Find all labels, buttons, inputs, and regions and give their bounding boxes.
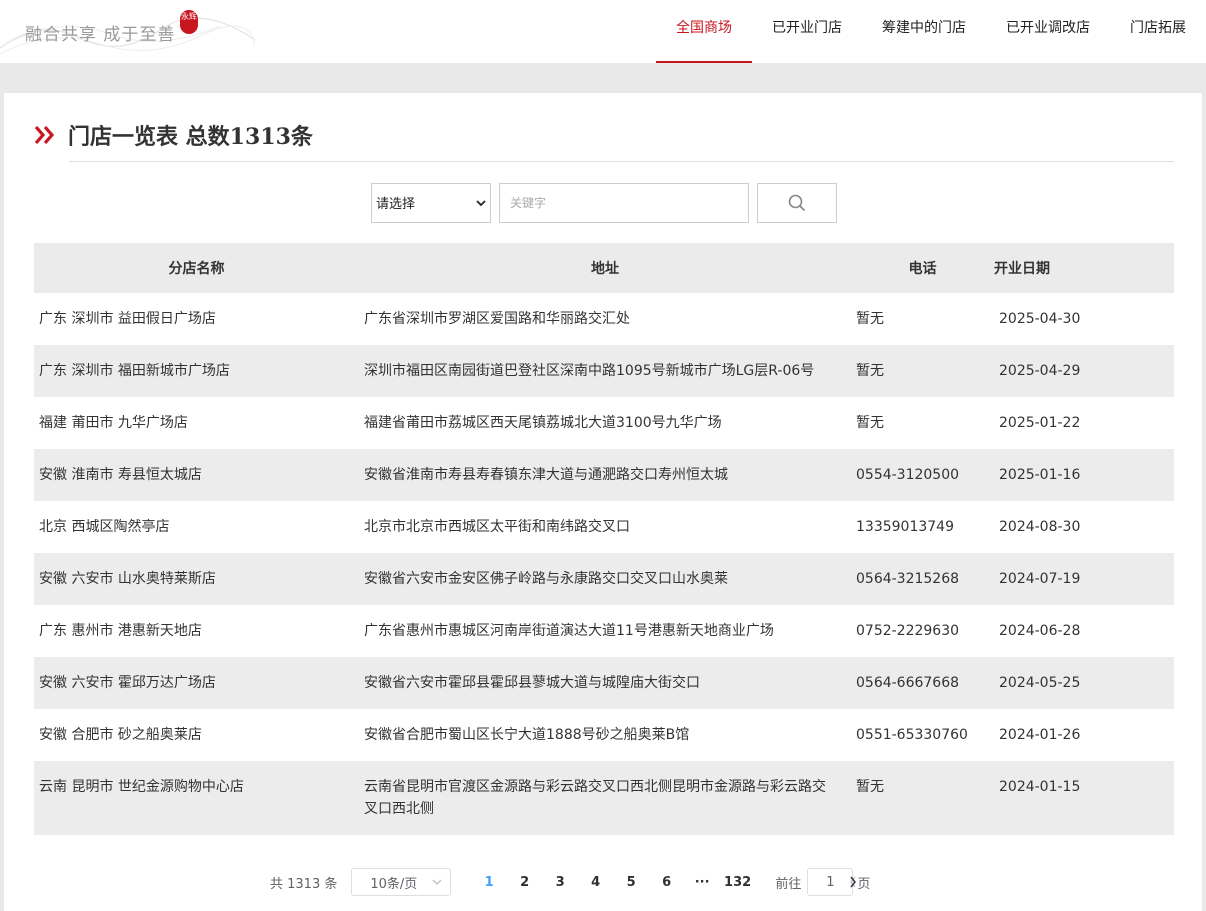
main-panel: 门店一览表 总数1313条 请选择 分店名称 地址 电话 开业日期 广东 深圳市… [4, 93, 1202, 911]
store-name: 安徽 六安市 霍邱万达广场店 [39, 675, 216, 691]
store-open-date: 2024-05-25 [999, 675, 1081, 691]
store-name: 广东 惠州市 港惠新天地店 [39, 623, 202, 639]
header: 融合共享 成于至善 永辉 全国商场 已开业门店 筹建中的门店 已开业调改店 门店… [0, 0, 1206, 63]
store-name: 云南 昆明市 世纪金源购物中心店 [39, 779, 244, 795]
page-button[interactable]: 6 [649, 868, 685, 896]
search-icon [788, 194, 806, 211]
more-pages-button[interactable]: ··· [684, 868, 720, 896]
page-button[interactable]: 1 [471, 868, 507, 896]
page-button[interactable]: 2 [507, 868, 543, 896]
keyword-input[interactable] [499, 182, 749, 223]
chevron-down-icon [476, 199, 486, 206]
store-address: 福建省莆田市荔城区西天尾镇荔城北大道3100号九华广场 [364, 415, 722, 431]
store-phone: 0551-65330760 [856, 727, 968, 743]
page-button[interactable]: 5 [613, 868, 649, 896]
pagination: 共 1313 条 10条/页 1 2 3 4 5 6 ··· 132 前往 页 [270, 868, 870, 896]
store-table: 分店名称 地址 电话 开业日期 广东 深圳市 益田假日广场店 广东省深圳市罗湖区… [34, 243, 1174, 835]
store-phone: 0564-6667668 [856, 675, 960, 691]
table-row: 北京 西城区陶然亭店 北京市北京市西城区太平街和南纬路交叉口 133590137… [34, 501, 1174, 553]
store-phone: 暂无 [856, 311, 884, 327]
store-open-date: 2024-08-30 [999, 519, 1081, 535]
store-phone: 0564-3215268 [856, 571, 960, 587]
main-nav: 全国商场 已开业门店 筹建中的门店 已开业调改店 门店拓展 [656, 0, 1206, 63]
store-open-date: 2024-07-19 [999, 571, 1081, 587]
table-row: 安徽 淮南市 寿县恒太城店 安徽省淮南市寿县寿春镇东津大道与通淝路交口寿州恒太城… [34, 449, 1174, 501]
store-open-date: 2025-01-22 [999, 415, 1081, 431]
store-address: 云南省昆明市官渡区金源路与彩云路交叉口西北侧昆明市金源路与彩云路交叉口西北侧 [364, 779, 826, 817]
table-header: 分店名称 地址 电话 开业日期 [34, 243, 1174, 293]
store-open-date: 2024-01-15 [999, 779, 1081, 795]
store-address: 北京市北京市西城区太平街和南纬路交叉口 [364, 519, 630, 535]
table-row: 云南 昆明市 世纪金源购物中心店 云南省昆明市官渡区金源路与彩云路交叉口西北侧昆… [34, 761, 1174, 835]
category-select[interactable]: 请选择 [371, 182, 491, 223]
next-page-button[interactable] [835, 868, 871, 896]
store-name: 广东 深圳市 福田新城市广场店 [39, 363, 230, 379]
page-button[interactable]: 4 [578, 868, 614, 896]
store-name: 安徽 淮南市 寿县恒太城店 [39, 467, 202, 483]
nav-item-renovated-stores[interactable]: 已开业调改店 [986, 0, 1110, 63]
column-header-phone: 电话 [908, 261, 937, 277]
store-name: 福建 莆田市 九华广场店 [39, 415, 188, 431]
page-button[interactable]: 3 [542, 868, 578, 896]
nav-item-opened-stores[interactable]: 已开业门店 [752, 0, 862, 63]
logo-slogan: 融合共享 成于至善 [25, 25, 176, 45]
logo-seal: 永辉 [180, 10, 198, 34]
table-row: 广东 深圳市 益田假日广场店 广东省深圳市罗湖区爱国路和华丽路交汇处 暂无 20… [34, 293, 1174, 345]
table-row: 安徽 六安市 山水奥特莱斯店 安徽省六安市金安区佛子岭路与永康路交口交叉口山水奥… [34, 553, 1174, 605]
logo[interactable]: 融合共享 成于至善 永辉 [0, 0, 260, 63]
double-chevron-right-icon [34, 125, 55, 145]
table-row: 福建 莆田市 九华广场店 福建省莆田市荔城区西天尾镇荔城北大道3100号九华广场… [34, 397, 1174, 449]
page-button[interactable]: 132 [720, 868, 756, 896]
pagination-total: 共 1313 条 [270, 876, 338, 892]
category-select-value: 请选择 [376, 197, 416, 212]
store-address: 安徽省淮南市寿县寿春镇东津大道与通淝路交口寿州恒太城 [364, 467, 728, 483]
column-header-open-date: 开业日期 [994, 261, 1050, 277]
title-row: 门店一览表 总数1313条 [34, 120, 313, 150]
store-open-date: 2024-01-26 [999, 727, 1081, 743]
chevron-down-icon [432, 879, 442, 885]
store-open-date: 2025-04-29 [999, 363, 1081, 379]
store-open-date: 2025-04-30 [999, 311, 1081, 327]
divider [69, 161, 1174, 162]
store-phone: 暂无 [856, 779, 884, 795]
table-row: 广东 深圳市 福田新城市广场店 深圳市福田区南园街道巴登社区深南中路1095号新… [34, 345, 1174, 397]
nav-item-national-malls[interactable]: 全国商场 [656, 0, 752, 63]
store-phone: 暂无 [856, 415, 884, 431]
store-address: 安徽省六安市金安区佛子岭路与永康路交口交叉口山水奥莱 [364, 571, 728, 587]
store-phone: 0554-3120500 [856, 467, 960, 483]
store-address: 安徽省六安市霍邱县霍邱县蓼城大道与城隍庙大街交口 [364, 675, 700, 691]
goto-label: 前往 [775, 876, 802, 892]
store-open-date: 2025-01-16 [999, 467, 1081, 483]
store-phone: 13359013749 [856, 519, 954, 535]
table-row: 安徽 六安市 霍邱万达广场店 安徽省六安市霍邱县霍邱县蓼城大道与城隍庙大街交口 … [34, 657, 1174, 709]
chevron-right-icon [850, 876, 856, 888]
store-address: 深圳市福田区南园街道巴登社区深南中路1095号新城市广场LG层R-06号 [364, 363, 815, 379]
store-name: 安徽 合肥市 砂之船奥莱店 [39, 727, 202, 743]
search-bar: 请选择 [371, 182, 837, 223]
search-button[interactable] [757, 182, 837, 223]
store-phone: 0752-2229630 [856, 623, 960, 639]
store-name: 北京 西城区陶然亭店 [39, 519, 170, 535]
store-address: 广东省惠州市惠城区河南岸街道演达大道11号港惠新天地商业广场 [364, 623, 774, 639]
page-size-select[interactable]: 10条/页 [351, 868, 452, 896]
store-name: 广东 深圳市 益田假日广场店 [39, 311, 216, 327]
table-row: 安徽 合肥市 砂之船奥莱店 安徽省合肥市蜀山区长宁大道1888号砂之船奥莱B馆 … [34, 709, 1174, 761]
store-phone: 暂无 [856, 363, 884, 379]
store-open-date: 2024-06-28 [999, 623, 1081, 639]
page-title: 门店一览表 总数1313条 [68, 124, 313, 150]
store-address: 广东省深圳市罗湖区爱国路和华丽路交汇处 [364, 311, 630, 327]
page-size-value: 10条/页 [370, 876, 418, 892]
store-address: 安徽省合肥市蜀山区长宁大道1888号砂之船奥莱B馆 [364, 727, 690, 743]
store-name: 安徽 六安市 山水奥特莱斯店 [39, 571, 216, 587]
column-header-address: 地址 [591, 261, 619, 277]
table-row: 广东 惠州市 港惠新天地店 广东省惠州市惠城区河南岸街道演达大道11号港惠新天地… [34, 605, 1174, 657]
nav-item-store-expansion[interactable]: 门店拓展 [1110, 0, 1206, 63]
nav-item-preparing-stores[interactable]: 筹建中的门店 [862, 0, 986, 63]
column-header-name: 分店名称 [168, 261, 225, 277]
